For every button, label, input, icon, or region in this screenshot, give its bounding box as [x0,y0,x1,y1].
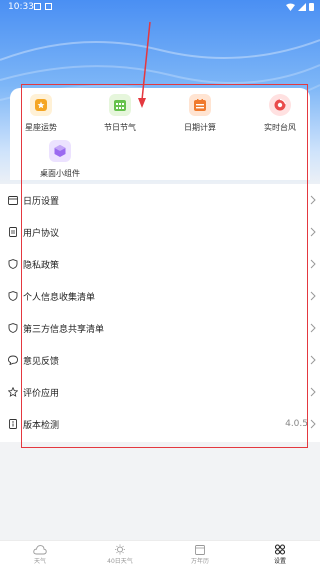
feature-label: 星座运势 [25,123,57,132]
settings-row-user-agreement[interactable]: 用户协议 [0,216,320,248]
tab-label: 设置 [273,558,286,565]
star-outline-icon [8,387,18,397]
shield-icon [8,291,18,301]
calendar-tab-icon [195,545,205,555]
tab-weather[interactable]: 天气 [10,544,70,565]
annotation-arrow [138,21,151,108]
cloud-icon [33,545,47,555]
feature-label: 日期计算 [184,123,216,132]
settings-row-feedback[interactable]: 意见反馈 [0,344,320,376]
widget-cube-icon [49,140,71,162]
chat-bubble-icon [8,355,18,365]
chevron-right-icon [310,227,316,237]
shield-icon [8,323,18,333]
chevron-right-icon [310,259,316,269]
shield-icon [8,259,18,269]
bottom-tab-bar: 天气 40日天气 万年历 设置 [0,540,320,569]
settings-list: 日历设置 用户协议 隐私政策 个人信息收集清单 第三方信息共享清单 意见反馈 评… [0,184,320,442]
chevron-right-icon [310,387,316,397]
row-label: 意见反馈 [23,356,60,367]
row-label: 版本检测 [23,420,60,431]
feature-label: 桌面小组件 [40,169,80,178]
tab-perpetual-calendar[interactable]: 万年历 [170,544,230,565]
tab-label: 40日天气 [107,558,133,565]
row-label: 评价应用 [23,388,60,399]
settings-row-calendar[interactable]: 日历设置 [0,184,320,216]
chevron-right-icon [310,355,316,365]
feature-widgets[interactable]: 桌面小组件 [30,140,90,179]
tab-label: 万年历 [190,558,209,565]
settings-row-rate-app[interactable]: 评价应用 [0,376,320,408]
version-value: 4.0.5 [285,419,308,429]
feature-label: 实时台风 [264,123,296,132]
settings-row-version-check[interactable]: 版本检测 4.0.5 [0,408,320,440]
calendar-icon [8,196,18,205]
chevron-right-icon [310,195,316,205]
settings-row-personal-info[interactable]: 个人信息收集清单 [0,280,320,312]
feature-label: 节日节气 [104,123,136,132]
info-document-icon [9,419,17,429]
chevron-right-icon [310,323,316,333]
tab-settings[interactable]: 设置 [250,544,310,565]
settings-row-third-party[interactable]: 第三方信息共享清单 [0,312,320,344]
row-label: 隐私政策 [23,260,60,271]
chevron-right-icon [310,291,316,301]
sun-icon [115,544,125,555]
settings-grid-icon [274,544,286,555]
document-icon [9,227,17,237]
tab-label: 天气 [33,558,46,565]
row-label: 日历设置 [23,196,60,207]
chevron-right-icon [310,419,316,429]
row-label: 个人信息收集清单 [23,292,96,303]
row-label: 用户协议 [23,228,60,239]
tab-40-day-weather[interactable]: 40日天气 [90,544,150,565]
settings-row-privacy[interactable]: 隐私政策 [0,248,320,280]
row-label: 第三方信息共享清单 [23,324,105,335]
